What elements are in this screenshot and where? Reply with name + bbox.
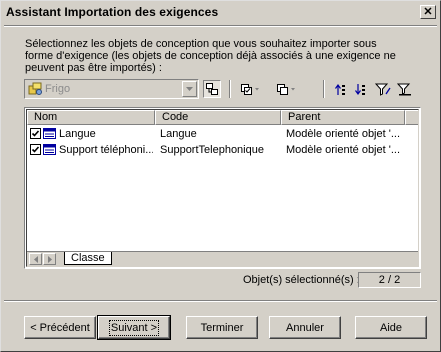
next-button[interactable]: Suivant > xyxy=(97,315,171,340)
move-up-icon xyxy=(335,83,345,95)
cell-parent: Modèle orienté objet '... xyxy=(286,128,401,140)
move-down-icon xyxy=(355,83,365,95)
include-sub-packages-icon xyxy=(206,83,218,95)
cell-code: Langue xyxy=(160,128,197,140)
include-sub-packages-button[interactable] xyxy=(203,80,221,98)
chevron-left-icon xyxy=(33,255,38,263)
check-icon xyxy=(31,130,40,137)
selected-count-value: 2 / 2 xyxy=(358,272,421,288)
move-up-button[interactable] xyxy=(332,80,348,98)
deselect-all-button[interactable] xyxy=(274,80,298,98)
cancel-button[interactable]: Annuler xyxy=(269,316,341,339)
buttons-separator xyxy=(4,300,437,302)
help-button[interactable]: Aide xyxy=(355,316,427,339)
model-combo-value: Frigo xyxy=(45,83,71,95)
finish-button[interactable]: Terminer xyxy=(186,316,258,339)
row-checkbox[interactable] xyxy=(30,128,41,139)
tab-classe[interactable]: Classe xyxy=(64,252,112,265)
select-all-button[interactable] xyxy=(238,80,262,98)
tab-scroll-left-button[interactable] xyxy=(29,253,42,265)
finish-button-label: Terminer xyxy=(200,321,244,334)
table-row[interactable]: Langue Langue Modèle orienté objet '... xyxy=(27,126,418,142)
check-icon xyxy=(31,146,40,153)
column-header-parent[interactable]: Parent xyxy=(281,110,405,125)
column-header-filler xyxy=(405,110,418,125)
combo-dropdown-button[interactable] xyxy=(182,81,197,97)
clear-filter-button[interactable] xyxy=(396,80,414,98)
title-bar[interactable]: Assistant Importation des exigences ✕ xyxy=(3,3,438,22)
deselect-icon xyxy=(277,84,295,95)
cancel-button-label: Annuler xyxy=(286,321,324,334)
chevron-down-icon xyxy=(186,87,193,91)
previous-button-label: < Précédent xyxy=(30,321,90,334)
next-button-label: Suivant > xyxy=(108,319,160,336)
move-down-button[interactable] xyxy=(352,80,368,98)
cell-code: SupportTelephonique xyxy=(160,144,264,156)
cell-name: Langue xyxy=(59,128,96,140)
close-button[interactable]: ✕ xyxy=(420,5,436,19)
toolbar-separator xyxy=(229,80,231,98)
class-icon xyxy=(43,144,56,158)
help-button-label: Aide xyxy=(379,321,403,334)
toolbar-separator xyxy=(323,80,325,98)
import-requirements-dialog: Assistant Importation des exigences ✕ Sé… xyxy=(0,0,441,352)
chevron-right-icon xyxy=(47,255,52,263)
instructions-text: Sélectionnez les objets de conception qu… xyxy=(25,38,396,74)
class-icon xyxy=(43,128,56,142)
cell-parent: Modèle orienté objet '... xyxy=(286,144,401,156)
selected-count-label: Objet(s) sélectionné(s) : xyxy=(243,274,360,286)
title-separator xyxy=(4,25,437,27)
filter-button[interactable] xyxy=(374,80,392,98)
objects-list: Nom Code Parent Langue Langue Modèle ori… xyxy=(24,107,421,269)
column-header-code[interactable]: Code xyxy=(155,110,281,125)
cell-name: Support téléphoni... xyxy=(59,144,153,156)
clear-filter-icon xyxy=(397,83,411,95)
dialog-title: Assistant Importation des exigences xyxy=(6,5,219,19)
previous-button[interactable]: < Précédent xyxy=(24,316,96,339)
table-row[interactable]: Support téléphoni... SupportTelephonique… xyxy=(27,142,418,158)
column-header-name[interactable]: Nom xyxy=(27,110,155,125)
row-checkbox[interactable] xyxy=(30,144,41,155)
tab-scroll-right-button[interactable] xyxy=(43,253,56,265)
select-all-icon xyxy=(241,84,259,95)
close-icon: ✕ xyxy=(423,5,433,18)
model-combo[interactable]: Frigo xyxy=(24,79,199,99)
filter-icon xyxy=(375,83,391,96)
tab-strip: Classe xyxy=(27,251,418,266)
model-icon xyxy=(28,82,43,99)
